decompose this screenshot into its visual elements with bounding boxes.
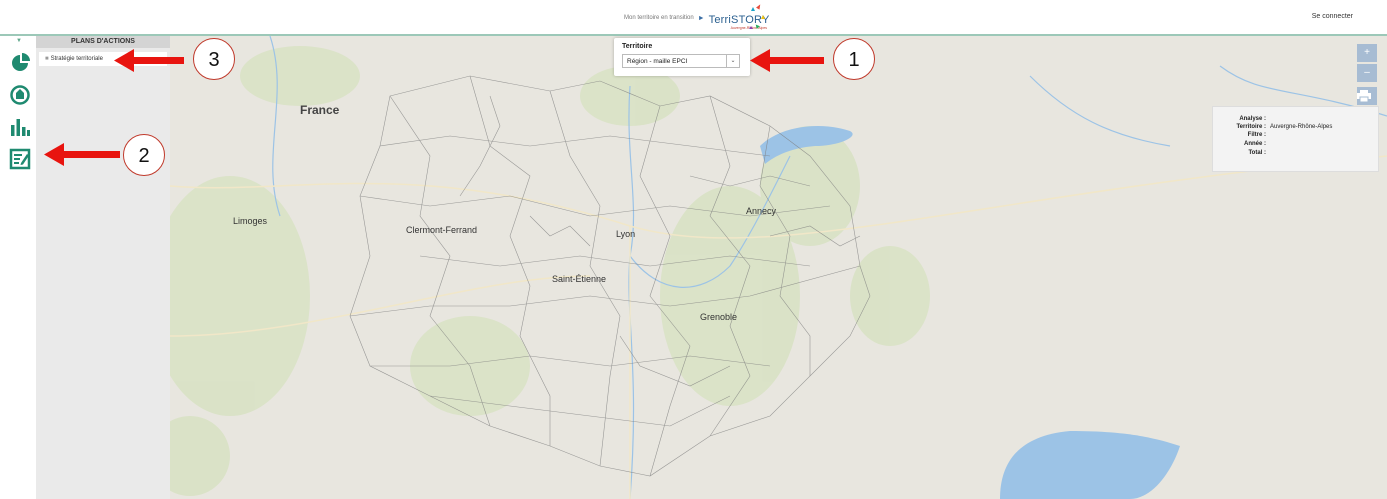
annotation-marker: 1	[833, 38, 875, 80]
annotation-marker: 2	[123, 134, 165, 176]
annotation-marker: 3	[193, 38, 235, 80]
